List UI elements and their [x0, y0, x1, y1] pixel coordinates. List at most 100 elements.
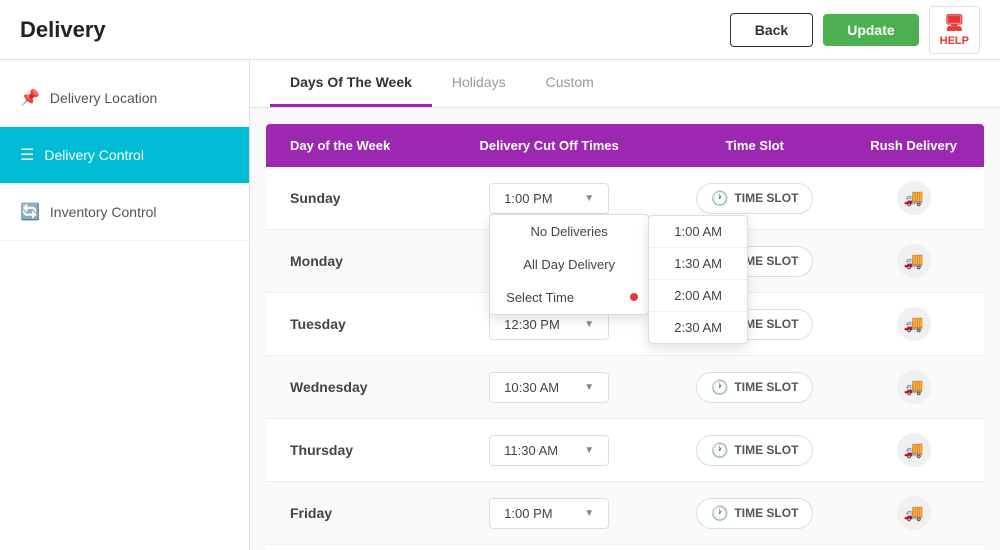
sunday-timeslot-btn[interactable]: 🕐 TIME SLOT	[696, 183, 813, 214]
table-container: Day of the Week Delivery Cut Off Times T…	[250, 108, 1000, 550]
help-button[interactable]: 🖥 HELP	[929, 6, 980, 54]
tuesday-rush-btn[interactable]: 🚚	[897, 307, 931, 341]
wednesday-cutoff-value: 10:30 AM	[504, 380, 559, 395]
thursday-rush-btn[interactable]: 🚚	[897, 433, 931, 467]
timeslot-wednesday: 🕐 TIME SLOT	[666, 356, 843, 419]
table-row: Wednesday 10:30 AM ▼ 🕐 TIME SLOT	[266, 356, 984, 419]
back-button[interactable]: Back	[730, 13, 813, 47]
help-label: HELP	[940, 35, 969, 47]
thursday-cutoff-dropdown[interactable]: 11:30 AM ▼	[489, 435, 609, 466]
col-header-rush: Rush Delivery	[843, 124, 984, 167]
table-row: Saturday ALL DAY DELIVERY ▼ 🕐 TIME SLOT	[266, 545, 984, 550]
time-option-230am[interactable]: 2:30 AM	[649, 312, 747, 343]
cutoff-sunday: 1:00 PM ▼ No Deliveries All Day Delivery…	[432, 167, 666, 230]
rush-sunday: 🚚	[843, 167, 984, 230]
rush-tuesday: 🚚	[843, 293, 984, 356]
tab-holidays[interactable]: Holidays	[432, 60, 526, 107]
cutoff-saturday: ALL DAY DELIVERY ▼	[432, 545, 666, 550]
day-thursday: Thursday	[266, 419, 432, 482]
header-actions: Back Update 🖥 HELP	[730, 6, 980, 54]
clock-icon: 🕐	[711, 505, 728, 522]
sidebar-label-delivery-control: Delivery Control	[44, 147, 144, 163]
header: Delivery Back Update 🖥 HELP	[0, 0, 1000, 60]
wednesday-cutoff-dropdown[interactable]: 10:30 AM ▼	[489, 372, 609, 403]
chevron-down-icon: ▼	[584, 382, 594, 393]
sidebar-label-delivery-location: Delivery Location	[50, 90, 157, 106]
delivery-control-icon: ☰	[20, 145, 34, 165]
timeslot-label: TIME SLOT	[734, 443, 798, 457]
sidebar: 📌 Delivery Location ☰ Delivery Control 🔄…	[0, 60, 250, 550]
day-wednesday: Wednesday	[266, 356, 432, 419]
rush-friday: 🚚	[843, 482, 984, 545]
timeslot-label: TIME SLOT	[734, 191, 798, 205]
table-row: Friday 1:00 PM ▼ 🕐 TIME SLOT	[266, 482, 984, 545]
cutoff-wednesday: 10:30 AM ▼	[432, 356, 666, 419]
wednesday-timeslot-btn[interactable]: 🕐 TIME SLOT	[696, 372, 813, 403]
friday-rush-btn[interactable]: 🚚	[897, 496, 931, 530]
timeslot-label: TIME SLOT	[734, 506, 798, 520]
timeslot-thursday: 🕐 TIME SLOT	[666, 419, 843, 482]
option-all-day-delivery[interactable]: All Day Delivery	[490, 248, 648, 281]
col-header-cutoff: Delivery Cut Off Times	[432, 124, 666, 167]
day-saturday: Saturday	[266, 545, 432, 550]
time-submenu: 1:00 AM 1:30 AM 2:00 AM 2:30 AM	[648, 215, 748, 344]
monday-rush-btn[interactable]: 🚚	[897, 244, 931, 278]
col-header-day: Day of the Week	[266, 124, 432, 167]
tuesday-cutoff-value: 12:30 PM	[504, 317, 560, 332]
option-select-time[interactable]: Select Time	[490, 281, 648, 314]
chevron-down-icon: ▼	[584, 445, 594, 456]
help-icon: 🖥	[944, 13, 964, 33]
clock-icon: 🕐	[711, 190, 728, 207]
main-layout: 📌 Delivery Location ☰ Delivery Control 🔄…	[0, 60, 1000, 550]
sunday-rush-btn[interactable]: 🚚	[897, 181, 931, 215]
red-dot-indicator	[630, 293, 638, 301]
sidebar-label-inventory-control: Inventory Control	[50, 204, 157, 220]
timeslot-saturday: 🕐 TIME SLOT	[666, 545, 843, 550]
content-area: Days Of The Week Holidays Custom Day of …	[250, 60, 1000, 550]
table-row: Thursday 11:30 AM ▼ 🕐 TIME SLOT	[266, 419, 984, 482]
tabs-bar: Days Of The Week Holidays Custom	[250, 60, 1000, 108]
friday-cutoff-dropdown[interactable]: 1:00 PM ▼	[489, 498, 609, 529]
tab-custom[interactable]: Custom	[526, 60, 614, 107]
cutoff-thursday: 11:30 AM ▼	[432, 419, 666, 482]
page-title: Delivery	[20, 17, 106, 43]
inventory-control-icon: 🔄	[20, 202, 40, 222]
friday-timeslot-btn[interactable]: 🕐 TIME SLOT	[696, 498, 813, 529]
rush-monday: 🚚	[843, 230, 984, 293]
chevron-down-icon: ▼	[584, 193, 594, 204]
timeslot-friday: 🕐 TIME SLOT	[666, 482, 843, 545]
rush-saturday: 🚚	[843, 545, 984, 550]
sunday-cutoff-value: 1:00 PM	[504, 191, 552, 206]
sunday-cutoff-dropdown[interactable]: 1:00 PM ▼	[489, 183, 609, 214]
day-monday: Monday	[266, 230, 432, 293]
thursday-cutoff-value: 11:30 AM	[504, 443, 558, 458]
clock-icon: 🕐	[711, 442, 728, 459]
day-sunday: Sunday	[266, 167, 432, 230]
rush-wednesday: 🚚	[843, 356, 984, 419]
day-tuesday: Tuesday	[266, 293, 432, 356]
tab-days-of-week[interactable]: Days Of The Week	[270, 60, 432, 107]
timeslot-label: TIME SLOT	[734, 380, 798, 394]
sunday-dropdown-menu: No Deliveries All Day Delivery Select Ti…	[489, 214, 649, 315]
clock-icon: 🕐	[711, 379, 728, 396]
wednesday-rush-btn[interactable]: 🚚	[897, 370, 931, 404]
time-option-130am[interactable]: 1:30 AM	[649, 248, 747, 280]
update-button[interactable]: Update	[823, 14, 918, 46]
option-no-deliveries[interactable]: No Deliveries	[490, 215, 648, 248]
time-option-1am[interactable]: 1:00 AM	[649, 216, 747, 248]
delivery-location-icon: 📌	[20, 88, 40, 108]
chevron-down-icon: ▼	[584, 508, 594, 519]
cutoff-friday: 1:00 PM ▼	[432, 482, 666, 545]
col-header-timeslot: Time Slot	[666, 124, 843, 167]
rush-thursday: 🚚	[843, 419, 984, 482]
day-friday: Friday	[266, 482, 432, 545]
table-row: Sunday 1:00 PM ▼ No Deliveries A	[266, 167, 984, 230]
sidebar-item-delivery-location[interactable]: 📌 Delivery Location	[0, 70, 249, 127]
chevron-down-icon: ▼	[584, 319, 594, 330]
thursday-timeslot-btn[interactable]: 🕐 TIME SLOT	[696, 435, 813, 466]
delivery-table: Day of the Week Delivery Cut Off Times T…	[266, 124, 984, 550]
sidebar-item-delivery-control[interactable]: ☰ Delivery Control	[0, 127, 249, 184]
time-option-2am[interactable]: 2:00 AM	[649, 280, 747, 312]
sidebar-item-inventory-control[interactable]: 🔄 Inventory Control	[0, 184, 249, 241]
friday-cutoff-value: 1:00 PM	[504, 506, 552, 521]
